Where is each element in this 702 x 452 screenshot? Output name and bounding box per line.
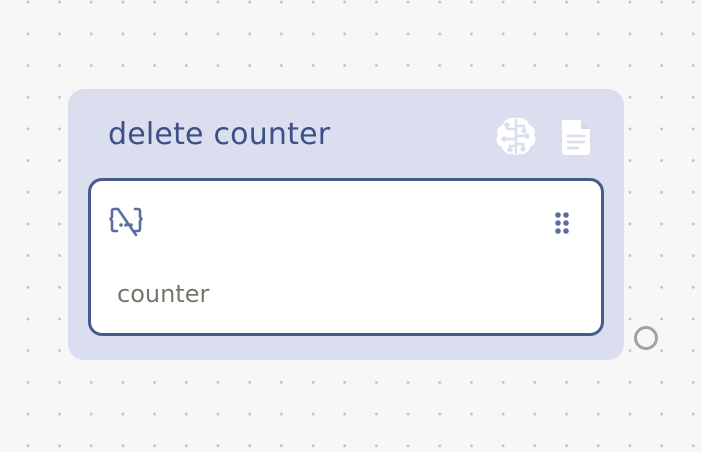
node-delete-counter[interactable]: delete counter counter bbox=[68, 89, 624, 360]
variable-off-icon bbox=[109, 205, 143, 239]
output-port[interactable] bbox=[634, 326, 658, 350]
variable-card[interactable]: counter bbox=[88, 178, 604, 336]
drag-handle-icon[interactable] bbox=[551, 209, 573, 239]
node-title: delete counter bbox=[108, 117, 331, 152]
brain-icon[interactable] bbox=[494, 114, 538, 158]
document-icon[interactable] bbox=[554, 115, 598, 159]
variable-name: counter bbox=[117, 280, 210, 308]
